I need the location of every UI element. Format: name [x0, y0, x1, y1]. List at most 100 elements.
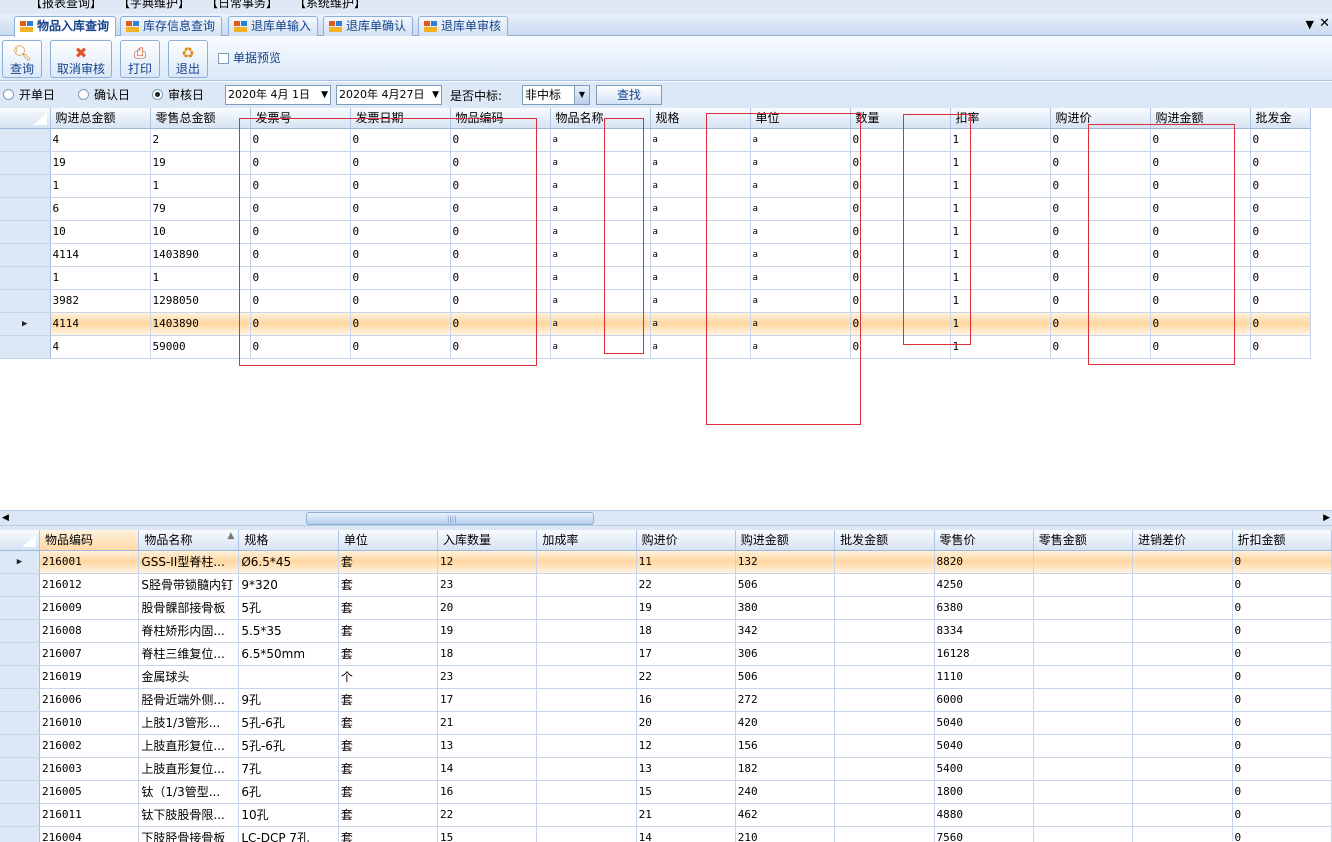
row-indicator[interactable] — [0, 151, 51, 175]
table-cell[interactable]: 0 — [250, 312, 351, 336]
table-cell[interactable]: 216011 — [39, 803, 140, 827]
table-cell[interactable]: 13 — [636, 757, 736, 781]
table-cell[interactable]: a — [550, 243, 651, 267]
table-cell[interactable]: a — [550, 128, 651, 152]
table-cell[interactable]: 0 — [450, 312, 551, 336]
table-cell[interactable]: 0 — [250, 220, 351, 244]
table-cell[interactable]: 0 — [450, 197, 551, 221]
table-cell[interactable] — [1033, 757, 1134, 781]
table-cell[interactable]: 套 — [338, 780, 438, 804]
table-cell[interactable]: 套 — [338, 596, 438, 620]
column-header[interactable]: 折扣金额 — [1232, 530, 1332, 551]
row-indicator[interactable] — [0, 289, 51, 313]
table-cell[interactable]: 272 — [735, 688, 836, 712]
table-cell[interactable]: 0 — [1050, 128, 1151, 152]
table-cell[interactable]: a — [550, 174, 651, 198]
table-cell[interactable]: a — [750, 220, 851, 244]
table-cell[interactable]: 上肢直形复位... — [138, 734, 240, 758]
date-from-picker[interactable]: 2020年 4月 1日 ▼ — [225, 85, 331, 105]
column-header[interactable]: 批发金 — [1250, 108, 1311, 129]
table-cell[interactable]: 216006 — [39, 688, 140, 712]
table-row[interactable]: 216002 上肢直形复位... 5孔-6孔套 13 12 156 5040 0 — [0, 734, 1332, 758]
table-cell[interactable]: 306 — [735, 642, 836, 666]
table-cell[interactable]: 14 — [636, 826, 736, 842]
table-cell[interactable]: 216004 — [39, 826, 140, 842]
table-cell[interactable]: 216019 — [39, 665, 140, 689]
table-cell[interactable]: 0 — [1232, 596, 1332, 620]
table-cell[interactable]: 240 — [735, 780, 836, 804]
table-cell[interactable]: 套 — [338, 688, 438, 712]
radio-audit-date[interactable]: 审核日 — [152, 86, 204, 103]
table-cell[interactable]: 15 — [636, 780, 736, 804]
table-cell[interactable]: 1298050 — [150, 289, 251, 313]
table-cell[interactable]: 股骨髁部接骨板 — [138, 596, 240, 620]
table-cell[interactable]: 个 — [338, 665, 438, 689]
table-cell[interactable] — [834, 665, 935, 689]
table-cell[interactable]: 0 — [250, 174, 351, 198]
table-cell[interactable] — [1132, 642, 1233, 666]
table-cell[interactable]: 0 — [1050, 197, 1151, 221]
table-cell[interactable]: a — [750, 312, 851, 336]
table-cell[interactable]: 10 — [50, 220, 151, 244]
table-cell[interactable]: 套 — [338, 826, 438, 842]
table-cell[interactable]: 0 — [1232, 711, 1332, 735]
table-cell[interactable] — [536, 596, 637, 620]
table-cell[interactable]: 0 — [1232, 550, 1332, 574]
menu-item-daily[interactable]: 【日常事务】 — [206, 0, 278, 11]
table-cell[interactable] — [536, 734, 637, 758]
table-cell[interactable]: 19 — [150, 151, 251, 175]
table-cell[interactable]: 6孔 — [238, 780, 339, 804]
table-cell[interactable] — [834, 619, 935, 643]
grid-corner[interactable] — [0, 108, 51, 129]
table-cell[interactable]: a — [750, 266, 851, 290]
table-cell[interactable]: a — [750, 335, 851, 359]
table-cell[interactable]: 0 — [1250, 220, 1311, 244]
table-cell[interactable]: 216008 — [39, 619, 140, 643]
table-cell[interactable] — [536, 573, 637, 597]
table-cell[interactable]: 132 — [735, 550, 836, 574]
table-cell[interactable]: 套 — [338, 757, 438, 781]
table-cell[interactable]: 0 — [1150, 335, 1251, 359]
table-cell[interactable]: 216009 — [39, 596, 140, 620]
column-header[interactable]: 零售金额 — [1033, 530, 1134, 551]
table-cell[interactable]: 0 — [1050, 289, 1151, 313]
table-cell[interactable]: 22 — [636, 665, 736, 689]
table-cell[interactable]: 4114 — [50, 312, 151, 336]
row-indicator[interactable] — [0, 573, 41, 597]
table-cell[interactable]: 0 — [1250, 151, 1311, 175]
table-cell[interactable]: 套 — [338, 619, 438, 643]
table-cell[interactable]: a — [650, 174, 751, 198]
table-cell[interactable]: 9孔 — [238, 688, 339, 712]
table-cell[interactable]: 套 — [338, 550, 438, 574]
table-cell[interactable]: 216007 — [39, 642, 140, 666]
table-cell[interactable]: 19 — [437, 619, 538, 643]
table-cell[interactable]: 0 — [850, 128, 951, 152]
table-cell[interactable]: 0 — [1150, 312, 1251, 336]
table-cell[interactable]: 0 — [250, 289, 351, 313]
table-cell[interactable]: 182 — [735, 757, 836, 781]
table-cell[interactable]: 0 — [1232, 619, 1332, 643]
table-cell[interactable]: 套 — [338, 642, 438, 666]
table-cell[interactable]: 17 — [437, 688, 538, 712]
table-cell[interactable]: 0 — [350, 289, 451, 313]
table-cell[interactable]: 1800 — [934, 780, 1034, 804]
table-cell[interactable]: 上肢直形复位... — [138, 757, 240, 781]
table-cell[interactable]: 套 — [338, 734, 438, 758]
table-cell[interactable]: 6.5*50mm — [238, 642, 339, 666]
tab-return-audit[interactable]: 退库单审核 — [418, 16, 509, 36]
row-indicator[interactable] — [0, 619, 41, 643]
table-cell[interactable]: 1 — [950, 335, 1051, 359]
preview-checkbox[interactable]: 单据预览 — [218, 49, 281, 66]
column-header[interactable]: 数量 — [850, 108, 951, 129]
table-cell[interactable] — [834, 642, 935, 666]
table-cell[interactable]: 0 — [850, 197, 951, 221]
table-cell[interactable]: 0 — [850, 243, 951, 267]
table-row[interactable]: 6 79 0 0 0 a a a 0 1 0 0 0 — [0, 197, 1311, 221]
table-cell[interactable]: 5孔 — [238, 596, 339, 620]
table-cell[interactable]: 0 — [450, 243, 551, 267]
table-cell[interactable]: 20 — [437, 596, 538, 620]
table-cell[interactable]: 0 — [350, 174, 451, 198]
table-cell[interactable]: 12 — [437, 550, 538, 574]
table-cell[interactable]: 0 — [1232, 780, 1332, 804]
column-header[interactable]: 零售总金额 — [150, 108, 251, 129]
